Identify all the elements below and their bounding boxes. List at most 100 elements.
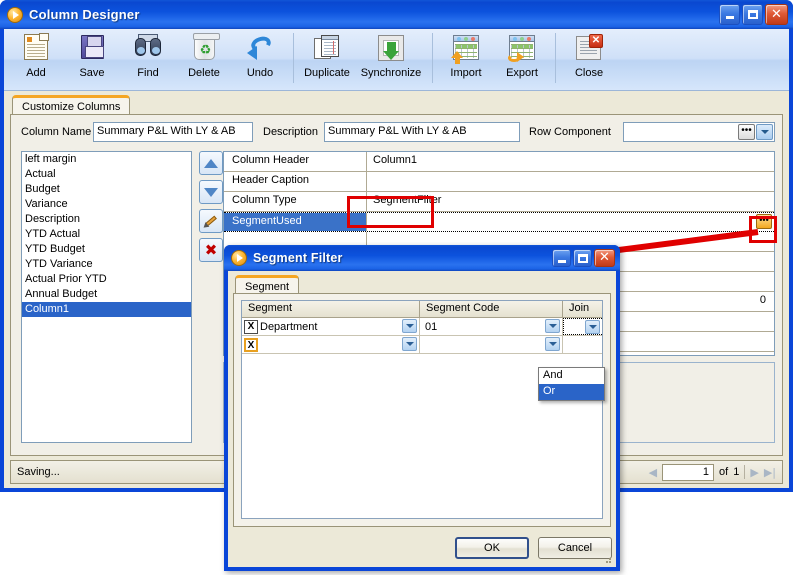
- synchronize-icon: [375, 32, 407, 64]
- property-value[interactable]: SegmentFilter: [367, 192, 774, 211]
- pager-divider: [744, 465, 746, 479]
- list-item[interactable]: Actual Prior YTD: [22, 272, 191, 287]
- segment-code-dropdown-2[interactable]: [545, 337, 560, 351]
- column-name-input[interactable]: Summary P&L With LY & AB: [93, 122, 253, 142]
- segment-dropdown-2[interactable]: [402, 337, 417, 351]
- list-item[interactable]: Actual: [22, 167, 191, 182]
- toolbar-label-delete: Delete: [188, 67, 220, 79]
- toolbar-button-save[interactable]: Save: [64, 29, 120, 87]
- toolbar-button-import[interactable]: Import: [438, 29, 494, 87]
- column-list[interactable]: left margin Actual Budget Variance Descripti…: [21, 151, 192, 443]
- binoculars-icon: [132, 32, 164, 64]
- chevron-down-icon: [760, 130, 769, 134]
- toolbar-button-delete[interactable]: ♻ Delete: [176, 29, 232, 87]
- property-ellipsis-button[interactable]: •••: [756, 214, 772, 229]
- property-row[interactable]: Column Type SegmentFilter: [224, 192, 774, 212]
- cell-segment-code-1[interactable]: 01: [420, 318, 563, 335]
- maximize-button[interactable]: [742, 4, 763, 25]
- table-row[interactable]: X Department 01: [242, 318, 602, 336]
- move-down-button[interactable]: [199, 180, 223, 204]
- dropdown-option[interactable]: And: [539, 368, 604, 384]
- pager-next-button[interactable]: ▶: [750, 466, 758, 479]
- red-x-icon: ✖: [204, 240, 218, 259]
- pager-prev-button[interactable]: ◀: [649, 466, 657, 479]
- duplicate-pages-icon: [311, 32, 343, 64]
- toolbar-button-close[interactable]: ✕ Close: [561, 29, 617, 87]
- dialog-maximize-button[interactable]: [573, 249, 592, 267]
- list-item[interactable]: Budget: [22, 182, 191, 197]
- cell-join-1[interactable]: [563, 318, 602, 335]
- edit-button[interactable]: [199, 209, 223, 233]
- list-item[interactable]: Description: [22, 212, 191, 227]
- segment-tab-page: Segment Segment Code Join X Department 0…: [233, 293, 611, 527]
- segment-grid[interactable]: Segment Segment Code Join X Department 0…: [241, 300, 603, 519]
- column-header-join[interactable]: Join: [563, 301, 602, 317]
- chevron-down-icon: [548, 324, 557, 328]
- status-text: Saving...: [17, 466, 60, 478]
- resize-grip[interactable]: [602, 554, 612, 564]
- close-button[interactable]: ✕: [765, 4, 788, 25]
- tab-customize-columns[interactable]: Customize Columns: [12, 95, 131, 115]
- property-row[interactable]: SegmentUsed •••: [224, 212, 774, 232]
- segment-code-dropdown-1[interactable]: [545, 319, 560, 333]
- toolbar-button-undo[interactable]: Undo: [232, 29, 288, 87]
- cell-segment-1[interactable]: X Department: [242, 318, 420, 335]
- property-name: Column Type: [224, 192, 367, 211]
- cell-join-2[interactable]: [563, 336, 602, 353]
- add-document-icon: [20, 32, 52, 64]
- move-up-button[interactable]: [199, 151, 223, 175]
- list-item[interactable]: left margin: [22, 152, 191, 167]
- pager-total-pages: 1: [733, 466, 740, 478]
- property-row[interactable]: Header Caption: [224, 172, 774, 192]
- list-item[interactable]: YTD Variance: [22, 257, 191, 272]
- property-value[interactable]: •••: [367, 213, 774, 231]
- description-input[interactable]: Summary P&L With LY & AB: [324, 122, 520, 142]
- column-header-segment-code[interactable]: Segment Code: [420, 301, 563, 317]
- toolbar-label-import: Import: [450, 67, 482, 79]
- toolbar-button-synchronize[interactable]: Synchronize: [355, 29, 427, 87]
- toolbar-button-add[interactable]: Add: [8, 29, 64, 87]
- toolbar-button-export[interactable]: Export: [494, 29, 550, 87]
- cancel-button[interactable]: Cancel: [538, 537, 612, 559]
- ok-button[interactable]: OK: [455, 537, 529, 559]
- cell-segment-code-2[interactable]: [420, 336, 563, 353]
- tab-segment[interactable]: Segment: [235, 275, 300, 295]
- table-row[interactable]: X: [242, 336, 602, 354]
- pencil-icon: [201, 213, 219, 230]
- export-grid-icon: [506, 32, 538, 64]
- segment-dropdown-1[interactable]: [402, 319, 417, 333]
- dialog-client-area: Segment Segment Segment Code Join X Depa…: [228, 271, 616, 567]
- list-item[interactable]: Column1: [22, 302, 191, 317]
- row-component-ellipsis-button[interactable]: •••: [738, 124, 755, 140]
- pager-of-label: of: [719, 466, 729, 478]
- list-item[interactable]: Variance: [22, 197, 191, 212]
- dialog-minimize-button[interactable]: [552, 249, 571, 267]
- property-value[interactable]: [367, 172, 774, 191]
- list-item[interactable]: YTD Budget: [22, 242, 191, 257]
- dialog-titlebar: Segment Filter ✕: [224, 245, 620, 271]
- chevron-down-icon: [405, 342, 414, 346]
- toolbar-button-find[interactable]: Find: [120, 29, 176, 87]
- property-name: Header Caption: [224, 172, 367, 191]
- property-value[interactable]: Column1: [367, 152, 774, 171]
- join-dropdown-popup[interactable]: And Or: [538, 367, 605, 401]
- list-item[interactable]: YTD Actual: [22, 227, 191, 242]
- row-component-dropdown-button[interactable]: [756, 124, 773, 140]
- dialog-close-button[interactable]: ✕: [594, 249, 615, 267]
- pager-page-input[interactable]: 1: [662, 463, 715, 481]
- pager-last-button[interactable]: ▶|: [764, 466, 776, 479]
- main-titlebar: Column Designer ✕: [0, 0, 793, 29]
- minimize-button[interactable]: [719, 4, 740, 25]
- property-row[interactable]: Column Header Column1: [224, 152, 774, 172]
- window-frame-right: [789, 28, 793, 492]
- delete-row-button[interactable]: ✖: [199, 238, 223, 262]
- row-delete-icon[interactable]: X: [244, 337, 258, 352]
- join-dropdown-button[interactable]: [585, 320, 600, 334]
- list-item[interactable]: Annual Budget: [22, 287, 191, 302]
- row-delete-icon[interactable]: X: [244, 319, 258, 334]
- dropdown-option[interactable]: Or: [539, 384, 604, 400]
- toolbar-button-duplicate[interactable]: Duplicate: [299, 29, 355, 87]
- row-component-combo[interactable]: •••: [623, 122, 775, 142]
- cell-segment-2[interactable]: X: [242, 336, 420, 353]
- column-header-segment[interactable]: Segment: [242, 301, 420, 317]
